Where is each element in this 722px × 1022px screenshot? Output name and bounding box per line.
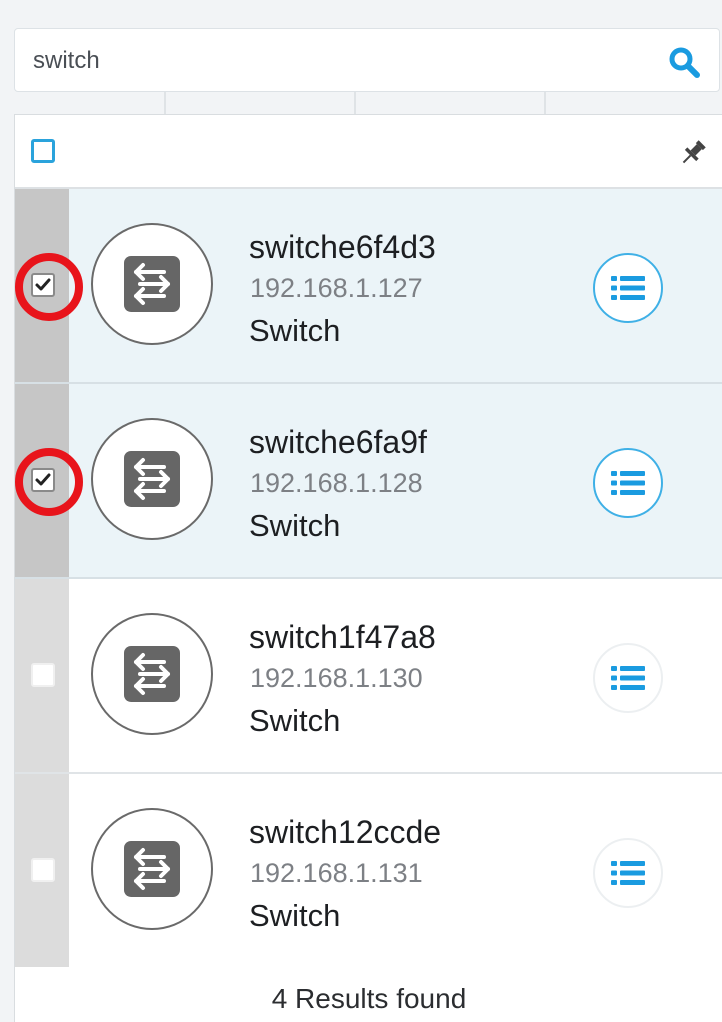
device-avatar — [91, 223, 213, 345]
device-ip: 192.168.1.127 — [250, 273, 423, 303]
device-row[interactable]: switche6fa9f 192.168.1.128 Switch — [15, 384, 722, 579]
device-name: switche6f4d3 — [249, 229, 436, 265]
device-row[interactable]: switch1f47a8 192.168.1.130 Switch — [15, 579, 722, 774]
device-name: switche6fa9f — [249, 424, 427, 460]
device-row[interactable]: switch12ccde 192.168.1.131 Switch — [15, 774, 722, 969]
switch-icon — [124, 841, 180, 897]
device-name: switch12ccde — [249, 814, 442, 850]
device-avatar — [91, 613, 213, 735]
background-column-dividers — [0, 92, 722, 114]
search-input[interactable] — [33, 43, 653, 79]
row-checkbox[interactable] — [31, 663, 55, 687]
device-ip: 192.168.1.128 — [250, 468, 423, 498]
annotation-highlight-circle — [15, 448, 83, 516]
annotation-highlight-circle — [15, 253, 83, 321]
device-avatar — [91, 418, 213, 540]
device-type: Switch — [249, 898, 341, 933]
select-all-checkbox[interactable] — [31, 139, 55, 163]
list-icon — [611, 471, 645, 495]
device-details-button[interactable] — [593, 643, 663, 713]
device-details-button[interactable] — [593, 253, 663, 323]
pin-icon[interactable] — [677, 137, 709, 169]
device-list-panel: switche6f4d3 192.168.1.127 Switch switch… — [14, 114, 722, 1022]
device-name: switch1f47a8 — [249, 619, 436, 655]
device-type: Switch — [249, 313, 341, 348]
device-details-button[interactable] — [593, 448, 663, 518]
device-ip: 192.168.1.130 — [250, 663, 423, 693]
device-row[interactable]: switche6f4d3 192.168.1.127 Switch — [15, 189, 722, 384]
row-checkbox[interactable] — [31, 858, 55, 882]
device-ip: 192.168.1.131 — [250, 858, 423, 888]
device-type: Switch — [249, 703, 341, 738]
device-type: Switch — [249, 508, 341, 543]
switch-icon — [124, 646, 180, 702]
list-icon — [611, 276, 645, 300]
search-icon[interactable] — [667, 45, 701, 79]
list-header — [15, 115, 722, 189]
search-bar — [14, 28, 720, 92]
list-icon — [611, 666, 645, 690]
list-icon — [611, 861, 645, 885]
switch-icon — [124, 451, 180, 507]
results-count: 4 Results found — [15, 967, 722, 1022]
device-details-button[interactable] — [593, 838, 663, 908]
device-avatar — [91, 808, 213, 930]
switch-icon — [124, 256, 180, 312]
